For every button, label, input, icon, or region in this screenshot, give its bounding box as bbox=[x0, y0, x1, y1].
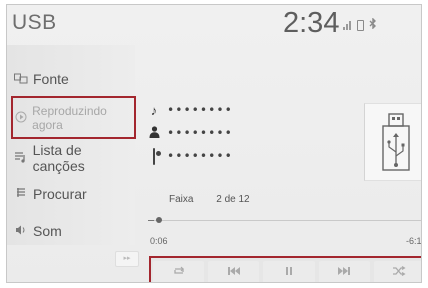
sidebar-menu: Fonte Reproduzindo agora Lista de cançõe… bbox=[7, 45, 139, 267]
sidebar-item-search[interactable]: Procurar bbox=[7, 178, 135, 210]
previous-track-icon bbox=[227, 266, 241, 279]
sidebar-item-label: Reproduzindo agora bbox=[32, 104, 107, 132]
album-row: •••••••• bbox=[147, 146, 267, 166]
repeat-icon bbox=[172, 266, 186, 279]
source-title: USB bbox=[12, 11, 57, 34]
track-title: •••••••• bbox=[167, 103, 233, 117]
clock: 2:34 bbox=[283, 7, 340, 39]
track-title-row: ♪ •••••••• bbox=[147, 100, 267, 120]
previous-button[interactable] bbox=[208, 261, 260, 282]
sidebar-collapse-handle[interactable]: ▸▸ bbox=[115, 251, 139, 267]
repeat-button[interactable] bbox=[153, 261, 205, 282]
pause-icon bbox=[284, 266, 294, 279]
next-button[interactable] bbox=[318, 261, 370, 282]
sidebar-item-sound[interactable]: Som bbox=[7, 215, 135, 247]
pause-button[interactable] bbox=[263, 261, 315, 282]
album-icon bbox=[153, 147, 155, 165]
progress-track bbox=[148, 220, 421, 221]
speaker-icon bbox=[13, 224, 29, 239]
artist-icon bbox=[147, 125, 161, 141]
sidebar-item-now-playing[interactable]: Reproduzindo agora bbox=[7, 102, 135, 134]
sidebar-item-label: Fonte bbox=[33, 71, 69, 87]
search-list-icon bbox=[13, 187, 29, 202]
source-icon bbox=[13, 72, 29, 87]
usb-drive-icon bbox=[382, 113, 410, 171]
track-counter: Faixa 2 de 12 bbox=[169, 194, 250, 205]
shuffle-icon bbox=[392, 265, 406, 279]
progress-knob[interactable] bbox=[156, 217, 162, 223]
elapsed-time: 0:06 bbox=[150, 236, 168, 246]
phone-icon bbox=[357, 19, 364, 31]
album-name: •••••••• bbox=[167, 149, 233, 163]
playlist-icon bbox=[13, 151, 29, 166]
header-bar: USB 2:34 bbox=[7, 5, 421, 45]
artist-row: •••••••• bbox=[147, 123, 267, 143]
shuffle-button[interactable] bbox=[373, 261, 421, 282]
status-icons bbox=[343, 17, 382, 32]
progress-fill bbox=[148, 220, 154, 221]
track-label: Faixa bbox=[169, 194, 194, 205]
sidebar-item-source[interactable]: Fonte bbox=[7, 63, 135, 95]
music-note-icon: ♪ bbox=[150, 102, 158, 118]
playback-controls bbox=[149, 256, 421, 282]
head-unit-screen: USB 2:34 Fonte Reproduzindo agora Lista … bbox=[6, 4, 422, 283]
sidebar-item-label: Procurar bbox=[33, 186, 87, 202]
sidebar-item-label: Lista de canções bbox=[32, 142, 85, 174]
play-circle-icon bbox=[13, 111, 28, 126]
signal-icon bbox=[343, 20, 352, 30]
usb-device-artwork bbox=[364, 103, 421, 181]
next-track-icon bbox=[337, 266, 351, 279]
track-position: 2 de 12 bbox=[216, 194, 250, 205]
artist-name: •••••••• bbox=[167, 126, 233, 140]
sidebar-item-label: Som bbox=[33, 223, 62, 239]
bluetooth-icon bbox=[369, 17, 377, 32]
remaining-time: -6:10 bbox=[406, 236, 422, 246]
sidebar-item-song-list[interactable]: Lista de canções bbox=[7, 142, 135, 174]
